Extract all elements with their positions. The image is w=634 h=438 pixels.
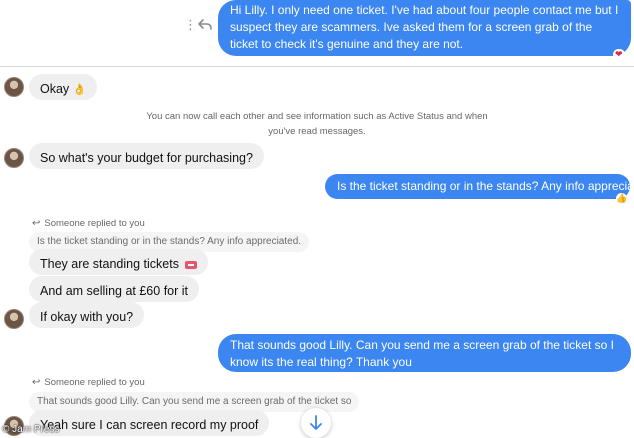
reply-icon: ↩ bbox=[32, 218, 41, 229]
system-notice: You can now call each other and see info… bbox=[0, 109, 634, 139]
watermark-text: Jam Press bbox=[12, 424, 60, 435]
message-text: Is the ticket standing or in the stands?… bbox=[337, 179, 634, 193]
heart-reaction[interactable]: ❤ bbox=[613, 49, 625, 60]
outgoing-message[interactable]: That sounds good Lilly. Can you send me … bbox=[218, 334, 631, 372]
incoming-message[interactable]: So what's your budget for purchasing? bbox=[29, 143, 264, 169]
watermark: © Jam Press bbox=[2, 424, 59, 435]
incoming-message[interactable]: If okay with you? bbox=[29, 302, 145, 328]
avatar bbox=[4, 148, 24, 168]
message-actions: ⋮ bbox=[184, 16, 214, 36]
message-text: That sounds good Lilly. Can you send me … bbox=[230, 338, 614, 369]
reply-icon[interactable] bbox=[198, 19, 212, 31]
reply-label: ↩ Someone replied to you bbox=[32, 218, 145, 229]
incoming-message[interactable]: Okay 👌 bbox=[29, 74, 98, 100]
quoted-text: Is the ticket standing or in the stands?… bbox=[37, 236, 302, 247]
system-notice-line-2: you've read messages. bbox=[268, 126, 366, 137]
avatar bbox=[4, 77, 24, 97]
message-text: They are standing tickets bbox=[40, 257, 179, 271]
message-text: Okay bbox=[40, 82, 70, 96]
reply-label: ↩ Someone replied to you bbox=[32, 377, 145, 388]
quoted-text: That sounds good Lilly. Can you send me … bbox=[37, 396, 352, 407]
incoming-message[interactable]: Yeah sure I can screen record my proof bbox=[29, 410, 270, 436]
message-text: Yeah sure I can screen record my proof bbox=[40, 418, 259, 432]
ok-hand-emoji: 👌 bbox=[72, 84, 87, 96]
ticket-icon bbox=[185, 260, 198, 269]
scroll-to-bottom-button[interactable] bbox=[301, 408, 331, 438]
more-vertical-icon[interactable]: ⋮ bbox=[184, 18, 197, 32]
reply-icon: ↩ bbox=[32, 377, 41, 388]
incoming-message[interactable]: They are standing tickets bbox=[29, 249, 209, 275]
arrow-down-icon bbox=[310, 415, 322, 430]
message-text: So what's your budget for purchasing? bbox=[40, 151, 253, 165]
incoming-message[interactable]: And am selling at £60 for it bbox=[29, 276, 199, 302]
outgoing-message[interactable]: Is the ticket standing or in the stands?… bbox=[325, 174, 634, 199]
message-text: Hi Lilly. I only need one ticket. I've h… bbox=[230, 3, 619, 51]
system-notice-line-1: You can now call each other and see info… bbox=[146, 111, 488, 122]
reply-label-text: Someone replied to you bbox=[44, 377, 145, 388]
outgoing-message[interactable]: Hi Lilly. I only need one ticket. I've h… bbox=[218, 0, 631, 56]
message-text: And am selling at £60 for it bbox=[40, 284, 188, 298]
thumbs-up-reaction[interactable]: 👍 bbox=[616, 193, 628, 204]
avatar bbox=[4, 309, 24, 329]
divider bbox=[0, 66, 634, 67]
copyright-icon: © bbox=[2, 424, 10, 435]
message-text: If okay with you? bbox=[40, 310, 134, 324]
reply-label-text: Someone replied to you bbox=[44, 218, 145, 229]
